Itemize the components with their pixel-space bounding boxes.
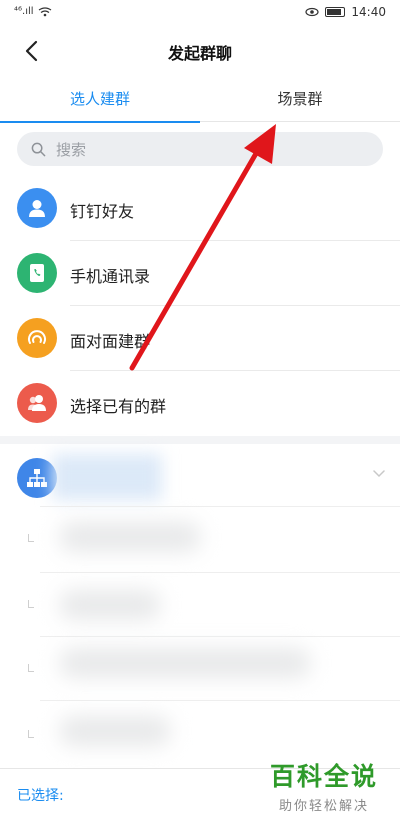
create-group-options: 钉钉好友 手机通讯录 面对面建群 选择已有的群 <box>0 176 400 436</box>
menu-item-label: 钉钉好友 <box>70 202 135 221</box>
menu-item-label: 手机通讯录 <box>70 267 151 286</box>
menu-item-label: 选择已有的群 <box>70 397 167 416</box>
group-icon <box>17 383 57 423</box>
divider <box>40 700 400 701</box>
nav-bar: 发起群聊 <box>0 26 400 76</box>
menu-item-phone-contacts[interactable]: 手机通讯录 <box>0 241 400 306</box>
tree-line <box>28 730 34 738</box>
tab-bar: 选人建群 场景群 <box>0 78 400 123</box>
tab-label: 场景群 <box>277 90 323 108</box>
divider <box>40 572 400 573</box>
watermark-subtitle: 助你轻松解决 <box>278 799 369 814</box>
section-divider <box>0 436 400 444</box>
menu-item-label: 面对面建群 <box>70 332 151 351</box>
search-input[interactable]: 搜索 <box>17 132 383 166</box>
search-icon <box>31 142 46 156</box>
wifi-icon <box>38 6 51 16</box>
eye-icon <box>305 7 320 17</box>
watermark-logo: 百科全说 助你轻松解决 <box>264 757 384 814</box>
bottom-bar: 已选择: 百科全说 助你轻松解决 <box>0 762 400 816</box>
menu-item-dingtalk-friends[interactable]: 钉钉好友 <box>0 176 400 241</box>
status-bar: ⁴⁶.ıll 14:40 <box>0 0 400 26</box>
menu-item-existing-group[interactable]: 选择已有的群 <box>0 371 400 436</box>
selected-count-label: 已选择: <box>17 788 64 804</box>
department-row-blurred[interactable] <box>60 716 170 746</box>
signal-indicator: ⁴⁶.ıll <box>14 6 34 17</box>
clock: 14:40 <box>351 5 386 19</box>
status-right: 14:40 <box>305 5 386 19</box>
tree-line <box>28 600 34 608</box>
menu-item-face-to-face[interactable]: 面对面建群 <box>0 306 400 371</box>
phone-book-icon <box>17 253 57 293</box>
face-to-face-icon <box>17 318 57 358</box>
active-tab-indicator <box>0 121 200 123</box>
organization-name-blurred[interactable] <box>52 454 162 500</box>
tree-line <box>28 534 34 542</box>
department-row-blurred[interactable] <box>60 590 160 620</box>
tab-select-people[interactable]: 选人建群 <box>0 78 200 123</box>
department-row-blurred[interactable] <box>60 522 200 552</box>
chevron-down-icon[interactable] <box>372 466 386 480</box>
tab-scene-group[interactable]: 场景群 <box>200 78 400 122</box>
divider <box>40 506 400 507</box>
divider <box>40 636 400 637</box>
department-row-blurred[interactable] <box>60 648 310 678</box>
page-title: 发起群聊 <box>167 44 232 63</box>
tree-line <box>28 664 34 672</box>
battery-icon <box>325 7 346 17</box>
organization-section <box>0 444 400 764</box>
search-placeholder: 搜索 <box>56 140 87 159</box>
org-chart-icon[interactable] <box>17 458 57 498</box>
person-icon <box>17 188 57 228</box>
status-left: ⁴⁶.ıll <box>14 6 52 17</box>
tab-label: 选人建群 <box>69 90 130 108</box>
watermark-title: 百科全说 <box>269 762 378 791</box>
